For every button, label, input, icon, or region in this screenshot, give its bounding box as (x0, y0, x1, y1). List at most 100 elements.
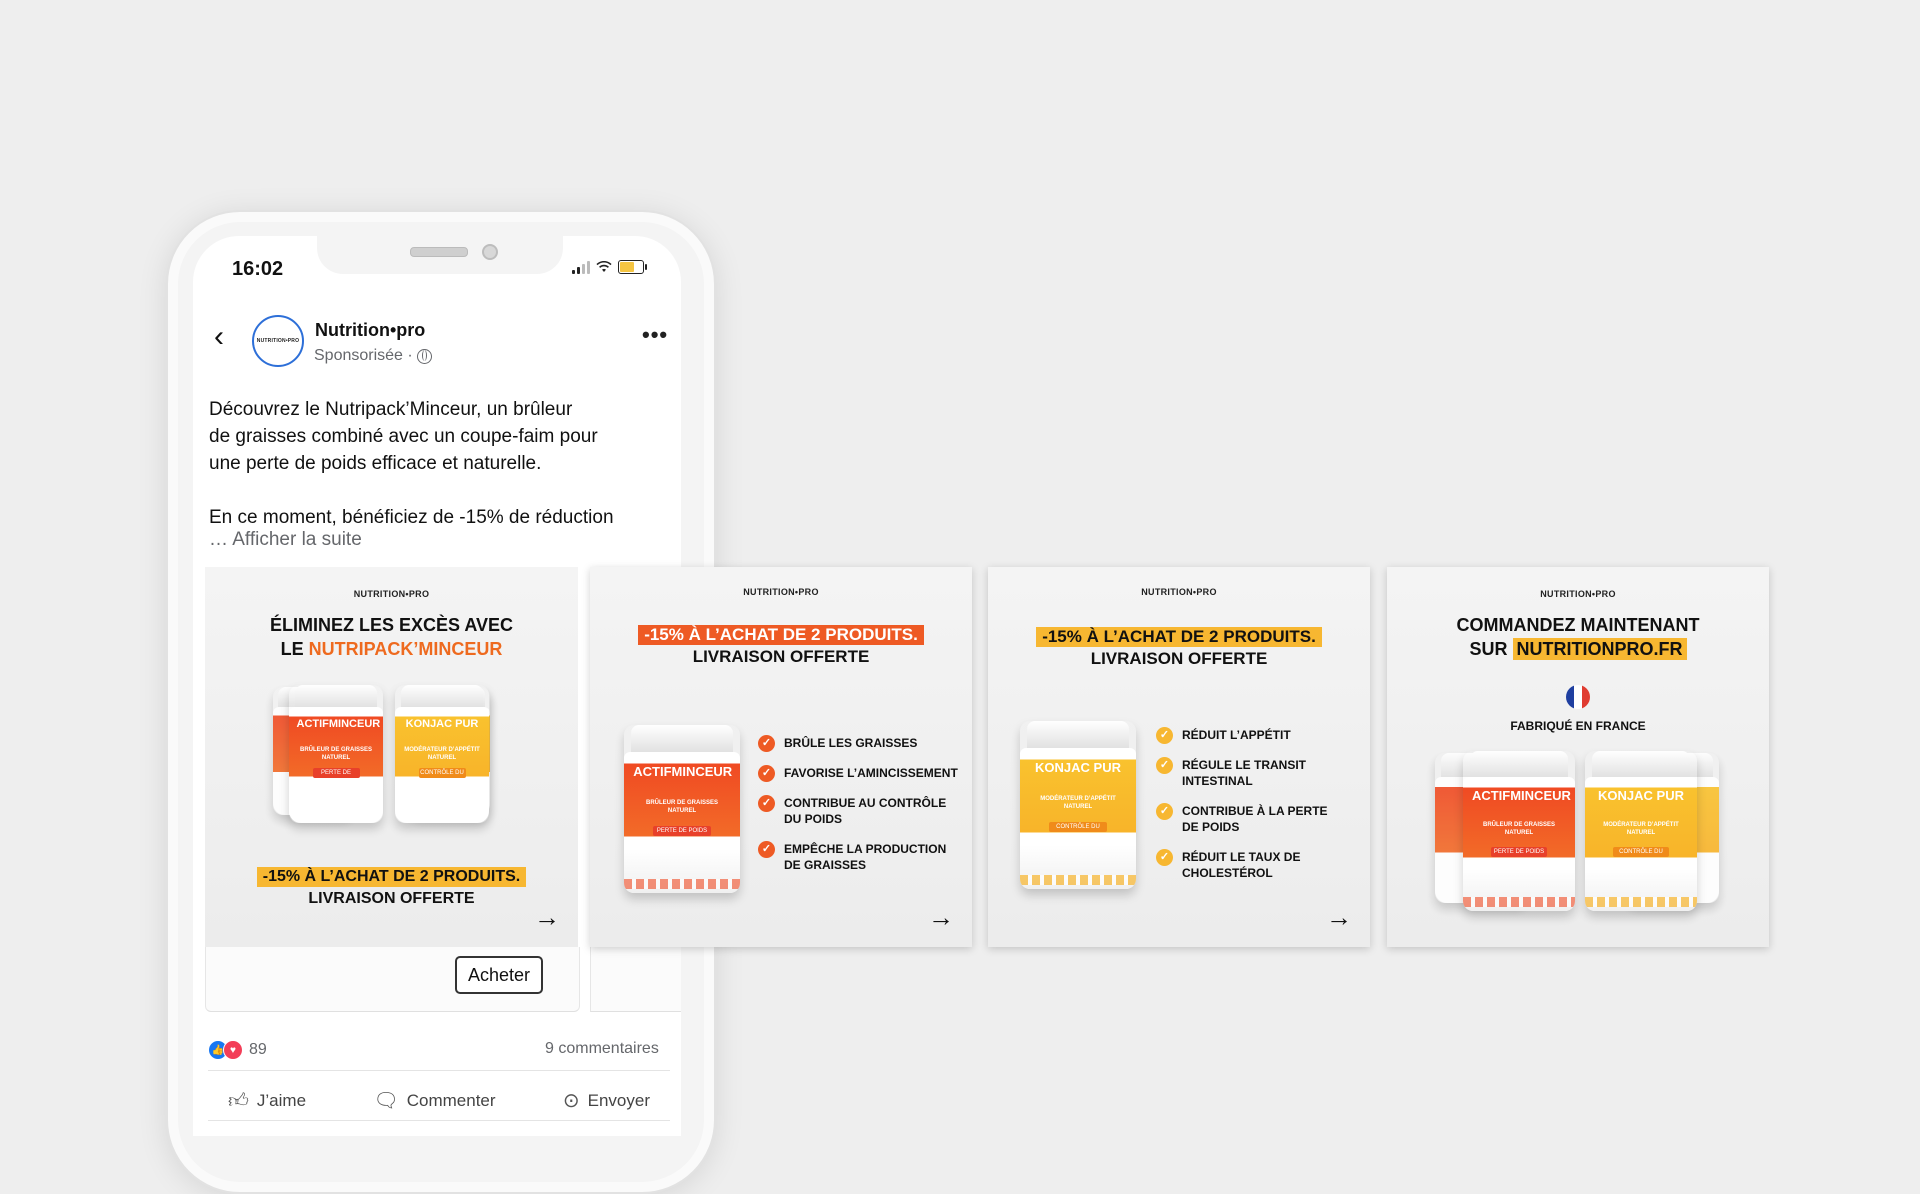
like-label: J’aime (256, 1090, 307, 1110)
send-button[interactable]: ⊙ Envoyer (543, 1084, 670, 1117)
product-subtitle: BRÛLEUR DE GRAISSES NATUREL (1482, 822, 1555, 837)
avatar-logo-text: NUTRITION•PRO (256, 338, 300, 344)
product-jar-red: ACTIFMINCEUR BRÛLEUR DE GRAISSES NATUREL… (1463, 751, 1575, 911)
check-icon: ✓ (1156, 803, 1173, 820)
product-chip: CONTRÔLE DU POIDS (418, 767, 466, 786)
benefit-item: ✓ FAVORISE L’AMINCISSEMENT (758, 765, 958, 782)
reactions-summary[interactable]: 👍 ♥ 89 (208, 1040, 267, 1060)
offer-tag: -15% À L’ACHAT DE 2 PRODUITS. (638, 625, 924, 645)
product-subtitle: MODÉRATEUR D’APPÉTIT NATUREL (404, 746, 480, 761)
caption-line: une perte de poids efficace et naturelle… (209, 453, 542, 474)
offer-text: -15% À L’ACHAT DE 2 PRODUITS. LIVRAISON … (205, 867, 578, 909)
caption-line: En ce moment, bénéficiez de -15% de rédu… (209, 507, 614, 528)
like-button[interactable]: 👍︎ J’aime (208, 1084, 326, 1117)
buy-button[interactable]: Acheter (455, 956, 543, 994)
back-arrow-icon[interactable]: ‹ (214, 322, 224, 352)
brand-logo: NUTRITION•PRO (743, 587, 819, 597)
benefits-list: ✓ BRÛLE LES GRAISSES ✓ FAVORISE L’AMINCISS… (758, 735, 958, 887)
love-reaction-icon: ♥ (223, 1040, 243, 1060)
headline-line: LE NUTRIPACK’MINCEUR (205, 637, 578, 661)
globe-icon (416, 348, 432, 364)
caption-line: de graisses combiné avec un coupe-faim p… (209, 426, 598, 447)
next-arrow-icon[interactable]: → (534, 902, 560, 933)
product-name: ACTIFMINCEUR (296, 718, 381, 731)
reaction-count: 89 (249, 1041, 267, 1058)
reaction-icons: 👍 ♥ (208, 1040, 243, 1060)
post-caption: Découvrez le Nutripack’Minceur, un brûle… (209, 396, 659, 531)
product-jar-red: ACTIFMINCEUR BRÛLEUR DE GRAISSES NATUREL… (624, 725, 740, 893)
wifi-icon (596, 261, 612, 272)
signal-icon (572, 260, 590, 274)
offer-tag: -15% À L’ACHAT DE 2 PRODUITS. (1036, 627, 1322, 647)
benefits-list: ✓ RÉDUIT L’APPÉTIT ✓ RÉGULE LE TRANSIT INT… (1156, 727, 1336, 895)
product-jar-yellow: KONJAC PUR MODÉRATEUR D’APPÉTIT NATUREL … (395, 685, 489, 823)
made-in-france: FABRIQUÉ EN FRANCE (1510, 719, 1646, 733)
headline-line: COMMANDEZ MAINTENANT (1456, 615, 1700, 635)
product-chip: CONTRÔLE DU POIDS (1049, 821, 1107, 840)
more-options-icon[interactable]: ••• (642, 322, 668, 348)
product-name: KONJAC PUR (405, 718, 479, 731)
brand-logo: NUTRITION•PRO (1141, 587, 1217, 597)
comment-button[interactable]: 🗨︎ Commenter (353, 1084, 515, 1117)
post-actions: 👍︎ J’aime 🗨︎ Commenter ⊙ Envoyer (208, 1084, 670, 1117)
headline-highlight: NUTRIPACK’MINCEUR (308, 639, 503, 659)
thumbs-up-icon: 👍︎ (228, 1089, 249, 1112)
status-icons (572, 260, 647, 274)
benefit-item: ✓ RÉDUIT LE TAUX DE CHOLESTÉROL (1156, 849, 1336, 881)
headline-line: ÉLIMINEZ LES EXCÈS AVEC (269, 615, 514, 635)
carousel-card-1[interactable]: NUTRITION•PRO ÉLIMINEZ LES EXCÈS AVEC LE… (205, 567, 578, 947)
carousel-card-4[interactable]: NUTRITION•PRO COMMANDEZ MAINTENANT SUR N… (1387, 567, 1769, 947)
see-more-link[interactable]: … Afficher la suite (209, 529, 362, 551)
product-chip: PERTE DE POIDS (312, 767, 360, 786)
offer-shipping: LIVRAISON OFFERTE (308, 890, 475, 907)
product-name: ACTIFMINCEUR (1471, 788, 1571, 804)
brand-logo: NUTRITION•PRO (1540, 589, 1616, 599)
next-arrow-icon[interactable]: → (928, 902, 954, 933)
card-cta-strip-2 (590, 947, 681, 1012)
product-subtitle: MODÉRATEUR D’APPÉTIT NATUREL (1040, 795, 1116, 810)
product-chip: CONTRÔLE DU POIDS (1613, 847, 1669, 865)
divider (208, 1120, 670, 1121)
check-icon: ✓ (1156, 757, 1173, 774)
carousel-card-2[interactable]: NUTRITION•PRO -15% À L’ACHAT DE 2 PRODUI… (590, 567, 972, 947)
next-arrow-icon[interactable]: → (1326, 902, 1352, 933)
headline-prefix: LE (280, 639, 309, 659)
headline-prefix: SUR (1469, 639, 1513, 659)
headline-line: SUR NUTRITIONPRO.FR (1387, 637, 1769, 661)
check-icon: ✓ (1156, 849, 1173, 866)
product-jar-red: ACTIFMINCEUR BRÛLEUR DE GRAISSES NATUREL… (289, 685, 383, 823)
offer-tag: -15% À L’ACHAT DE 2 PRODUITS. (256, 867, 527, 887)
check-icon: ✓ (1156, 727, 1173, 744)
benefit-item: ✓ EMPÊCHE LA PRODUCTION DE GRAISSES (758, 841, 958, 873)
product-jar-yellow: KONJAC PUR MODÉRATEUR D’APPÉTIT NATUREL … (1585, 751, 1697, 911)
sponsored-text: Sponsorisée · (314, 347, 413, 364)
benefit-item: ✓ RÉGULE LE TRANSIT INTESTINAL (1156, 757, 1336, 789)
comments-count[interactable]: 9 commentaires (545, 1040, 659, 1058)
product-subtitle: BRÛLEUR DE GRAISSES NATUREL (645, 799, 718, 814)
page-avatar[interactable]: NUTRITION•PRO (252, 315, 304, 367)
product-name: ACTIFMINCEUR (633, 764, 733, 780)
brand-logo: NUTRITION•PRO (353, 589, 430, 599)
divider (208, 1070, 670, 1071)
product-chip: PERTE DE POIDS (1491, 847, 1547, 857)
page-name[interactable]: Nutrition•pro (315, 320, 425, 341)
messenger-icon: ⊙ (562, 1090, 580, 1112)
send-label: Envoyer (587, 1090, 650, 1110)
card-headline: ÉLIMINEZ LES EXCÈS AVEC LE NUTRIPACK’MIN… (205, 613, 578, 661)
product-name: KONJAC PUR (1035, 760, 1121, 776)
france-flag-icon (1566, 685, 1590, 709)
front-camera (482, 244, 498, 260)
carousel-card-3[interactable]: NUTRITION•PRO -15% À L’ACHAT DE 2 PRODUI… (988, 567, 1370, 947)
comment-label: Commenter (406, 1090, 496, 1110)
product-subtitle: BRÛLEUR DE GRAISSES NATUREL (299, 746, 372, 761)
caption-line: Découvrez le Nutripack’Minceur, un brûle… (209, 399, 573, 420)
benefit-item: ✓ BRÛLE LES GRAISSES (758, 735, 958, 752)
product-subtitle: MODÉRATEUR D’APPÉTIT NATUREL (1603, 822, 1679, 837)
offer-text: -15% À L’ACHAT DE 2 PRODUITS. LIVRAISON … (590, 625, 972, 667)
offer-shipping: LIVRAISON OFFERTE (1090, 649, 1268, 668)
check-icon: ✓ (758, 795, 775, 812)
phone-speaker (410, 247, 468, 257)
product-name: KONJAC PUR (1598, 788, 1684, 804)
product-chip: PERTE DE POIDS (653, 825, 711, 836)
check-icon: ✓ (758, 735, 775, 752)
